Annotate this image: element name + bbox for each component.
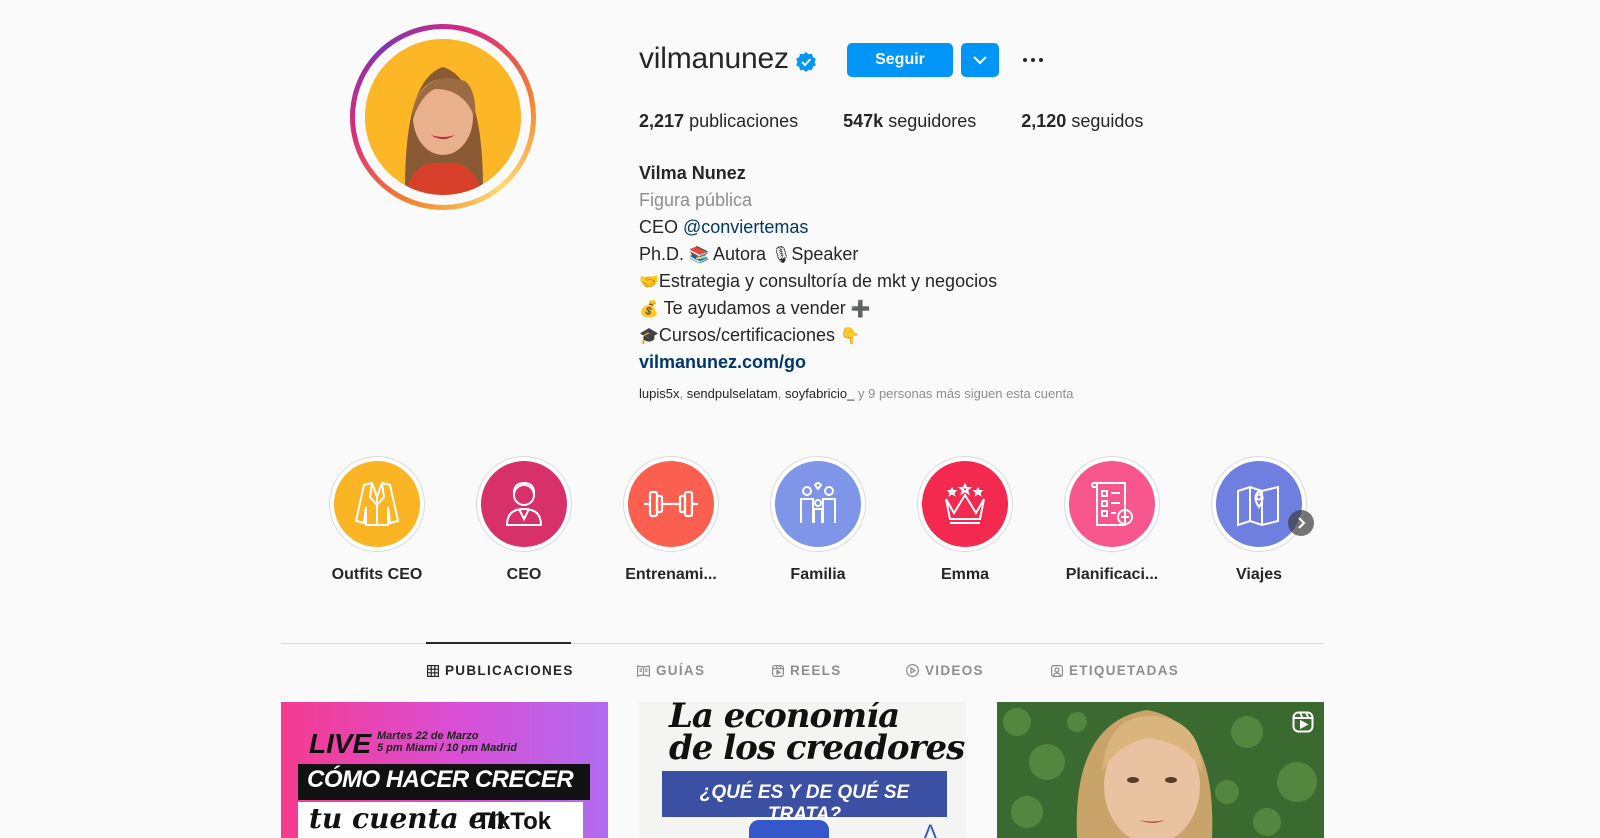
post-tile-reel-video[interactable] [997,702,1324,838]
grid-icon [427,664,439,677]
guide-icon [637,664,650,677]
chevron-down-icon [973,55,987,64]
highlight-outfits-ceo[interactable]: Outfits CEO [307,456,447,584]
post-tile-live-tiktok[interactable]: LIVE Martes 22 de Marzo 5 pm Miami / 10 … [281,702,608,838]
map-icon [1237,485,1279,527]
website-link[interactable]: vilmanunez.com/go [639,349,997,376]
graduation-cap-icon: 🎓 [639,326,659,345]
pointing-down-icon: 👇 [840,326,860,345]
highlight-planificacion[interactable]: Planificaci... [1042,456,1182,584]
bio-line-ceo: CEO @conviertemas [639,217,809,237]
blazer-icon [354,481,400,526]
dumbbell-icon [644,490,698,518]
post-time: 5 pm Miami / 10 pm Madrid [377,742,517,754]
reels-icon [1292,711,1314,733]
family-icon [800,482,836,523]
tab-etiquetadas[interactable]: ETIQUETADAS [1051,663,1179,678]
followers-link[interactable]: 547k seguidores [843,111,976,132]
plus-icon: ➕ [850,299,871,318]
reels-icon [772,664,784,677]
highlight-emma[interactable]: Emma [895,456,1035,584]
money-bag-icon: 💰 [639,299,659,318]
profile-avatar-story-ring[interactable] [350,24,536,210]
post-date: Martes 22 de Marzo [377,730,479,742]
posts-count: 2,217 publicaciones [639,111,799,131]
mention-link[interactable]: @conviertemas [683,217,808,237]
checklist-icon [1091,482,1133,526]
post-title-line2: de los creadores [669,728,965,768]
tab-reels[interactable]: REELS [772,663,842,678]
bio-line-courses: 🎓Cursos/certificaciones 👇 [639,325,860,345]
post-headline: CÓMO HACER CRECER [307,766,574,793]
highlights-next-button[interactable] [1288,510,1314,536]
post-tile-economia-creadores[interactable]: La economía de los creadores ¿QUÉ ES Y D… [639,702,966,838]
follow-button[interactable]: Seguir [847,43,953,77]
highlight-familia[interactable]: Familia [748,456,888,584]
profile-username: vilmanunez [639,42,789,75]
followed-by-text[interactable]: lupis5x, sendpulselatam, soyfabricio_ y … [639,386,1073,401]
profile-bio: Vilma Nunez Figura pública CEO @conviert… [639,160,997,376]
following-link[interactable]: 2,120 seguidos [1021,111,1143,132]
tab-publicaciones[interactable]: PUBLICACIONES [427,663,574,678]
books-icon: 📚 [689,245,709,264]
video-icon [906,664,919,677]
profile-full-name: Vilma Nunez [639,163,746,183]
post-brand: TikTok [476,808,552,835]
reel-thumbnail [997,702,1324,838]
verified-badge-icon [796,52,816,72]
tab-guias[interactable]: GUÍAS [637,663,705,678]
bio-line-sell: 💰 Te ayudamos a vender ➕ [639,298,871,318]
active-tab-indicator [426,642,571,644]
tagged-icon [1051,664,1063,677]
suggested-dropdown-button[interactable] [961,43,999,77]
bio-line-phd: Ph.D. 📚 Autora 🎙Speaker [639,244,859,264]
chevron-right-icon [1298,517,1306,529]
crown-icon [945,482,985,524]
highlight-entrenamiento[interactable]: Entrenami... [601,456,741,584]
profile-category: Figura pública [639,190,753,210]
tab-videos[interactable]: VIDEOS [906,663,984,678]
highlight-ceo[interactable]: CEO [454,456,594,584]
microphone-icon: 🎙 [771,245,792,264]
businesswoman-icon [505,481,543,526]
profile-stats: 2,217 publicaciones 547k seguidores 2,12… [639,111,1143,132]
avatar [365,39,521,195]
handshake-icon: 🤝 [639,272,659,291]
more-options-icon[interactable] [1018,48,1048,72]
bio-line-strategy: 🤝Estrategia y consultoría de mkt y negoc… [639,271,998,291]
live-label: LIVE [309,728,372,759]
